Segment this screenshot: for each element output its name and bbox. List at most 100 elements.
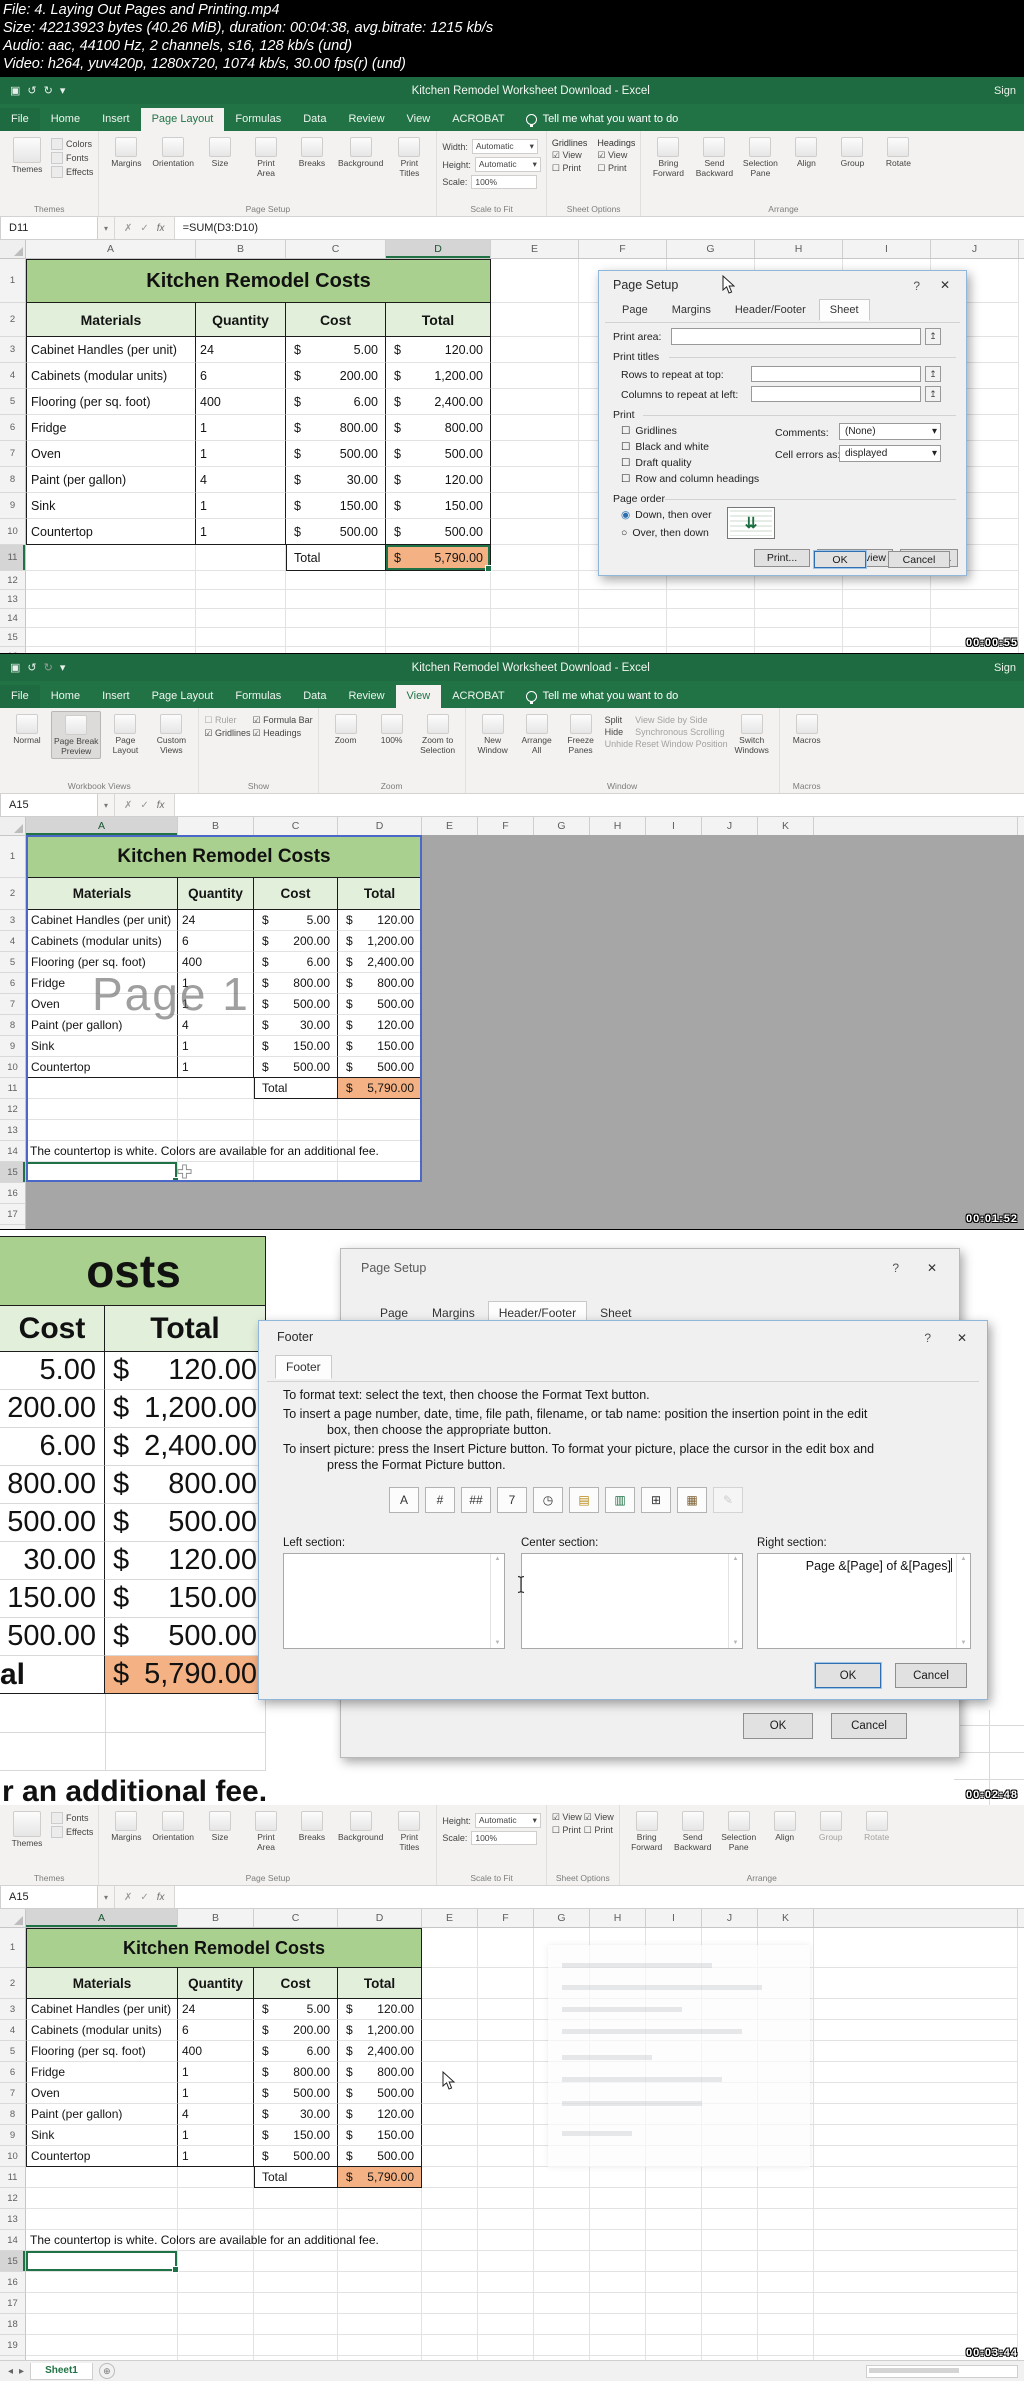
arrange-button-5[interactable]: Rotate [876, 134, 920, 170]
cell-E12[interactable] [422, 2188, 478, 2209]
cell-B18[interactable] [178, 2314, 254, 2335]
arrange-button-4[interactable]: Group [830, 134, 874, 170]
view-button-3[interactable]: Custom Views [149, 711, 193, 757]
enter-icon[interactable]: ✓ [140, 800, 148, 811]
page-setup-button-3[interactable]: Print Area [244, 1808, 288, 1854]
arrange-button-0[interactable]: Bring Forward [625, 1808, 669, 1854]
row-header-13[interactable]: 13 [0, 2209, 26, 2230]
cell-B19[interactable] [178, 2335, 254, 2356]
cell-A8[interactable]: Paint (per gallon) [26, 467, 196, 493]
arrange-button-2[interactable]: Selection Pane [717, 1808, 761, 1854]
cell-K14[interactable] [758, 2230, 814, 2251]
cell-x4[interactable] [814, 2020, 1018, 2041]
row-header-11[interactable]: 11 [0, 545, 26, 571]
scale-field[interactable]: Scale: 100% [442, 175, 541, 189]
row-header-4[interactable]: 4 [0, 931, 26, 952]
cell-A10[interactable]: Countertop [26, 2146, 178, 2167]
header-cell-Materials[interactable]: Materials [26, 1968, 178, 1999]
row-header-12[interactable]: 12 [0, 2188, 26, 2209]
headings-print-checkbox[interactable]: ☐ Print [597, 163, 635, 174]
cell-C13[interactable] [254, 2209, 338, 2230]
cell-E4[interactable] [491, 363, 579, 389]
cell-B9[interactable]: 1 [178, 2125, 254, 2146]
total-label-cell[interactable]: Total [254, 2167, 338, 2188]
cell-D13[interactable] [338, 2209, 422, 2230]
help-icon[interactable]: ? [913, 279, 920, 293]
arrange-button-2[interactable]: Selection Pane [738, 134, 782, 180]
cell-C7[interactable]: $500.00 [254, 994, 338, 1015]
cell-D6[interactable]: $800.00 [338, 2062, 422, 2083]
cell-H19[interactable] [590, 2335, 646, 2356]
cell-B16[interactable] [178, 2272, 254, 2293]
cell-I15[interactable] [646, 2251, 702, 2272]
sheet-option-checkbox-0[interactable]: ☑ View [584, 1812, 614, 1823]
cell-H18[interactable] [590, 2314, 646, 2335]
cell-D9[interactable]: $150.00 [338, 2125, 422, 2146]
column-header-D[interactable]: D [338, 817, 422, 835]
cell-E7[interactable] [491, 441, 579, 467]
zoom-button-2[interactable]: Zoom to Selection [416, 711, 460, 757]
cell-D9[interactable]: $150.00 [338, 1036, 422, 1057]
row-header-14[interactable]: 14 [0, 609, 26, 628]
ribbon-tab-1[interactable]: Home [40, 685, 91, 708]
insert-function-icon[interactable]: fx [157, 223, 165, 234]
cell-F13[interactable] [478, 2209, 534, 2230]
row-header-6[interactable]: 6 [0, 973, 26, 994]
cell-J13[interactable] [931, 590, 1019, 609]
gridlines-checkbox[interactable]: ☐ Gridlines [621, 425, 677, 437]
cell-F4[interactable] [478, 2020, 534, 2041]
select-all-corner[interactable] [0, 817, 26, 835]
sheet-nav-left-icon[interactable]: ◂ [8, 2366, 13, 2377]
cell-C19[interactable] [254, 2335, 338, 2356]
column-header-H[interactable]: H [755, 240, 843, 258]
ribbon-tab-8[interactable]: ACROBAT [441, 108, 515, 131]
page-setup-tab-3[interactable]: Sheet [818, 299, 870, 321]
ribbon-tab-0[interactable]: File [0, 685, 40, 708]
cell-A17[interactable] [26, 2293, 178, 2314]
row-header-7[interactable]: 7 [0, 2083, 26, 2104]
cell-B11[interactable] [178, 1078, 254, 1099]
cell-D10[interactable]: $500.00 [338, 1057, 422, 1078]
arrange-button-1[interactable]: Send Backward [692, 134, 736, 180]
cell-B11[interactable] [178, 2167, 254, 2188]
cell-F15[interactable] [579, 628, 667, 647]
cell-A5[interactable]: Flooring (per sq. foot) [26, 2041, 178, 2062]
cell-B4[interactable]: 6 [178, 2020, 254, 2041]
column-header-K[interactable]: K [758, 1909, 814, 1927]
column-header-E[interactable]: E [422, 1909, 478, 1927]
cell-x5[interactable] [814, 2041, 1018, 2062]
cell-D8[interactable]: $120.00 [386, 467, 491, 493]
cell-G14[interactable] [534, 2230, 590, 2251]
cell-E18[interactable] [422, 2314, 478, 2335]
format-text-button[interactable]: A [389, 1487, 419, 1513]
row-header-17[interactable]: 17 [0, 1204, 26, 1225]
cell-A8[interactable]: Paint (per gallon) [26, 2104, 178, 2125]
cell-I14[interactable] [843, 609, 931, 628]
cell-F18[interactable] [478, 2314, 534, 2335]
cell-G13[interactable] [667, 590, 755, 609]
row-header-7[interactable]: 7 [0, 441, 26, 467]
ribbon-tab-2[interactable]: Insert [91, 685, 141, 708]
cell-D18[interactable] [338, 2314, 422, 2335]
cell-J12[interactable] [702, 2188, 758, 2209]
page-setup-button-3[interactable]: Print Area [244, 134, 288, 180]
cell-A9[interactable]: Sink [26, 2125, 178, 2146]
cell-G12[interactable] [534, 2188, 590, 2209]
row-header-17[interactable]: 17 [0, 2293, 26, 2314]
cell-D6[interactable]: $800.00 [338, 973, 422, 994]
enter-icon[interactable]: ✓ [140, 1892, 148, 1903]
name-box[interactable]: D11 [0, 217, 98, 239]
arrange-button-5[interactable]: Rotate [855, 1808, 899, 1844]
cell-F5[interactable] [478, 2041, 534, 2062]
cell-F3[interactable] [478, 1999, 534, 2020]
cell-J14[interactable] [931, 609, 1019, 628]
cell-C17[interactable] [254, 2293, 338, 2314]
arrange-button-0[interactable]: Bring Forward [646, 134, 690, 180]
cell-B7[interactable]: 1 [196, 441, 286, 467]
comments-select[interactable]: (None) ▾ [839, 423, 941, 440]
cell-J17[interactable] [702, 2293, 758, 2314]
cell-C3[interactable]: $5.00 [254, 1999, 338, 2020]
cell-F12[interactable] [478, 2188, 534, 2209]
formula-input[interactable] [174, 794, 1024, 816]
sign-in-button[interactable]: Sign [986, 85, 1024, 97]
